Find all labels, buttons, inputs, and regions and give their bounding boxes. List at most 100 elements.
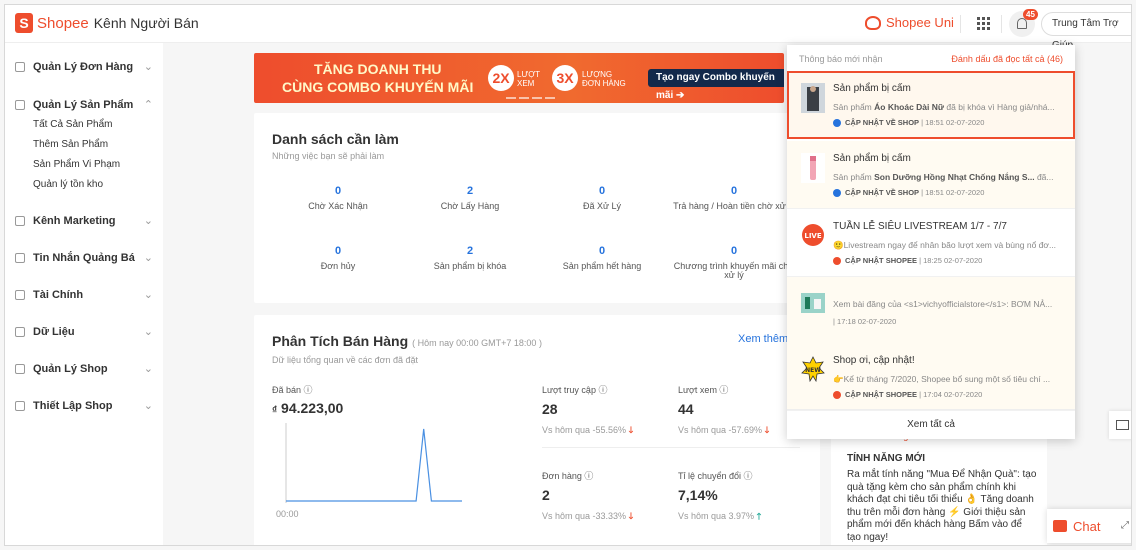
metric-value: 7,14% [678,487,718,503]
expand-icon[interactable]: ⤢ [1121,520,1129,531]
see-more-link[interactable]: Xem thêm [738,333,788,345]
sidebar-sub-all-products[interactable]: Tất Cả Sản Phẩm [33,119,112,130]
metric-label: Lượt truy cập ⓘ [542,385,608,395]
notification-item[interactable]: NEW Shop ơi, cập nhật! 👉Kể từ tháng 7/20… [787,343,1075,411]
mail-icon [1116,420,1129,430]
chat-button[interactable]: Chat ⤢ [1047,509,1131,543]
create-combo-button[interactable]: Tạo ngay Combo khuyến mãi ➔ [648,69,784,101]
arrow-down-icon: 🡓 [628,511,634,521]
todo-card: Danh sách cần làm Những việc bạn sẽ phải… [254,113,795,303]
metric-value: 44 [678,401,694,417]
todo-value: 2 [466,185,474,197]
todo-value: 0 [730,185,738,197]
metric-compare: Vs hôm qua -57.69% 🡓 [678,423,769,439]
desc-text: đã... [1034,172,1054,182]
revenue-amount: 94.223,00 [281,400,344,416]
notification-item[interactable]: LIVE TUẦN LỄ SIÊU LIVESTREAM 1/7 - 7/7 🙂… [787,209,1075,277]
help-center-button[interactable]: Trung Tâm Trợ Giúp [1041,12,1131,51]
news-body: Ra mắt tính năng "Mua Để Nhận Quà": tạo … [847,469,1037,543]
carousel-dots[interactable] [506,97,555,99]
sidebar-sub-add-product[interactable]: Thêm Sản Phẩm [33,139,108,150]
desc-product-name: Son Dưỡng Hồng Nhạt Chống Nắng S... [874,172,1035,182]
notification-title: TUẦN LỄ SIÊU LIVESTREAM 1/7 - 7/7 [833,221,1007,232]
todo-item[interactable]: 0 Chương trình khuyến mãi chờ xử lý [668,245,800,280]
metric-compare: Vs hôm qua -55.56% 🡓 [542,423,633,439]
shopee-logo[interactable]: S Shopee Kênh Người Bán [15,13,199,33]
view-all-notifications-link[interactable]: Xem tất cả [787,409,1075,439]
notification-meta: CẬP NHẬT SHOPEE | 18:25 02-07-2020 [833,256,982,265]
todo-item[interactable]: 0 Trả hàng / Hoàn tiền chờ xử lý [668,185,800,211]
revenue-label: Đã bán ⓘ [272,385,313,395]
sidebar-item-label: Tài Chính [33,289,84,301]
sidebar-item-label: Tin Nhắn Quảng Bá [33,252,135,264]
banner-line2: CÙNG COMBO KHUYẾN MÃI [282,79,474,95]
feedback-button[interactable] [1109,411,1131,439]
sidebar-sub-inventory[interactable]: Quản lý tồn kho [33,179,103,190]
sidebar: Quản Lý Đơn Hàng ⌄ Quản Lý Sản Phẩm ⌃ Tấ… [5,43,163,545]
mark-all-read-link[interactable]: Đánh dấu đã đọc tất cả (46) [951,54,1063,64]
shopee-uni-link[interactable]: Shopee Uni [865,15,954,30]
sidebar-item-products[interactable]: Quản Lý Sản Phẩm ⌃ [15,99,155,111]
sales-line-chart [285,423,462,503]
sidebar-sub-violations[interactable]: Sản Phẩm Vi Phạm [33,159,120,170]
todo-label: Sản phẩm bị khóa [433,261,507,271]
currency-symbol: ₫ [272,405,278,416]
shop-update-icon [833,188,841,197]
notification-header: Thông báo mới nhận [799,54,883,64]
revenue-value: ₫ 94.223,00 [272,400,343,416]
people-icon [15,253,25,263]
shopee-update-icon [833,390,841,399]
shopee-update-icon [833,256,841,265]
multiplier-views: 2X [488,65,514,91]
sidebar-item-shop[interactable]: Quản Lý Shop ⌄ [15,363,155,375]
desc-text: Sản phẩm [833,172,875,182]
todo-item[interactable]: 0 Sản phẩm hết hàng [536,245,668,271]
todo-item[interactable]: 2 Chờ Lấy Hàng [404,185,536,211]
metric-compare: Vs hôm qua -33.33% 🡓 [542,509,633,525]
divider [1001,15,1002,33]
notification-bell-button[interactable]: 45 [1009,9,1038,37]
shopee-uni-icon [865,15,881,30]
banner-line1: TĂNG DOANH THU [314,61,442,77]
todo-item[interactable]: 2 Sản phẩm bị khóa [404,245,536,271]
notification-time: | 17:04 02-07-2020 [919,390,983,399]
notification-item[interactable]: Sản phẩm bị cấm Sản phẩm Áo Khoác Dài Nữ… [787,71,1075,139]
chat-label: Chat [1073,518,1101,534]
multiplier-views-label: LƯỢT XEM [517,70,540,88]
todo-label: Chờ Xác Nhận [308,201,368,211]
bell-icon [1017,18,1027,29]
notification-meta: CẬP NHẬT SHOPEE | 17:04 02-07-2020 [833,390,982,399]
chart-icon [15,327,25,337]
desc-product-name: Áo Khoác Dài Nữ [874,102,945,112]
notification-time: | 18:25 02-07-2020 [919,256,983,265]
sales-analysis-card: Phân Tích Bán Hàng( Hôm nay 00:00 GMT+7 … [254,315,820,545]
notification-desc: 🙂Livestream ngay để nhân bão lượt xem và… [833,240,1063,251]
gear-icon [15,401,25,411]
sidebar-item-orders[interactable]: Quản Lý Đơn Hàng ⌄ [15,61,155,73]
multiplier-orders-label: LƯỢNG ĐƠN HÀNG [582,70,626,88]
desc-text: 🙂Livestream ngay để nhân bão lượt xem và… [833,240,1057,250]
todo-item[interactable]: 0 Đơn hủy [272,245,404,271]
sidebar-item-finance[interactable]: Tài Chính ⌄ [15,289,155,301]
arrow-up-icon: 🡑 [756,511,762,521]
sidebar-item-marketing[interactable]: Kênh Marketing ⌄ [15,215,155,227]
sidebar-item-label: Dữ Liệu [33,326,75,338]
notification-item[interactable]: Xem bài đăng của <s1>vichyofficialstore<… [787,277,1075,345]
sidebar-item-settings[interactable]: Thiết Lập Shop ⌄ [15,400,155,412]
sidebar-item-broadcast[interactable]: Tin Nhắn Quảng Bá ⌄ [15,252,155,264]
notification-title: Sản phẩm bị cấm [833,83,911,94]
metric-compare-text: Vs hôm qua 3.97% [678,511,755,521]
todo-value: 0 [334,185,342,197]
notification-item[interactable]: Sản phẩm bị cấm Sản phẩm Son Dưỡng Hồng … [787,141,1075,209]
promo-banner[interactable]: TĂNG DOANH THU CÙNG COMBO KHUYẾN MÃI 2X … [254,53,784,103]
notification-category: CẬP NHẬT SHOPEE [845,256,917,265]
todo-item[interactable]: 0 Chờ Xác Nhận [272,185,404,211]
order-list-icon [15,62,25,72]
sidebar-item-data[interactable]: Dữ Liệu ⌄ [15,326,155,338]
shop-icon [15,364,25,374]
todo-item[interactable]: 0 Đã Xử Lý [536,185,668,211]
desc-text: 👉Kể từ tháng 7/2020, Shopee bổ sung một … [833,374,1051,384]
chevron-down-icon: ⌄ [143,61,153,73]
todo-label: Sản phẩm hết hàng [562,261,642,271]
apps-grid-icon[interactable] [977,17,990,30]
